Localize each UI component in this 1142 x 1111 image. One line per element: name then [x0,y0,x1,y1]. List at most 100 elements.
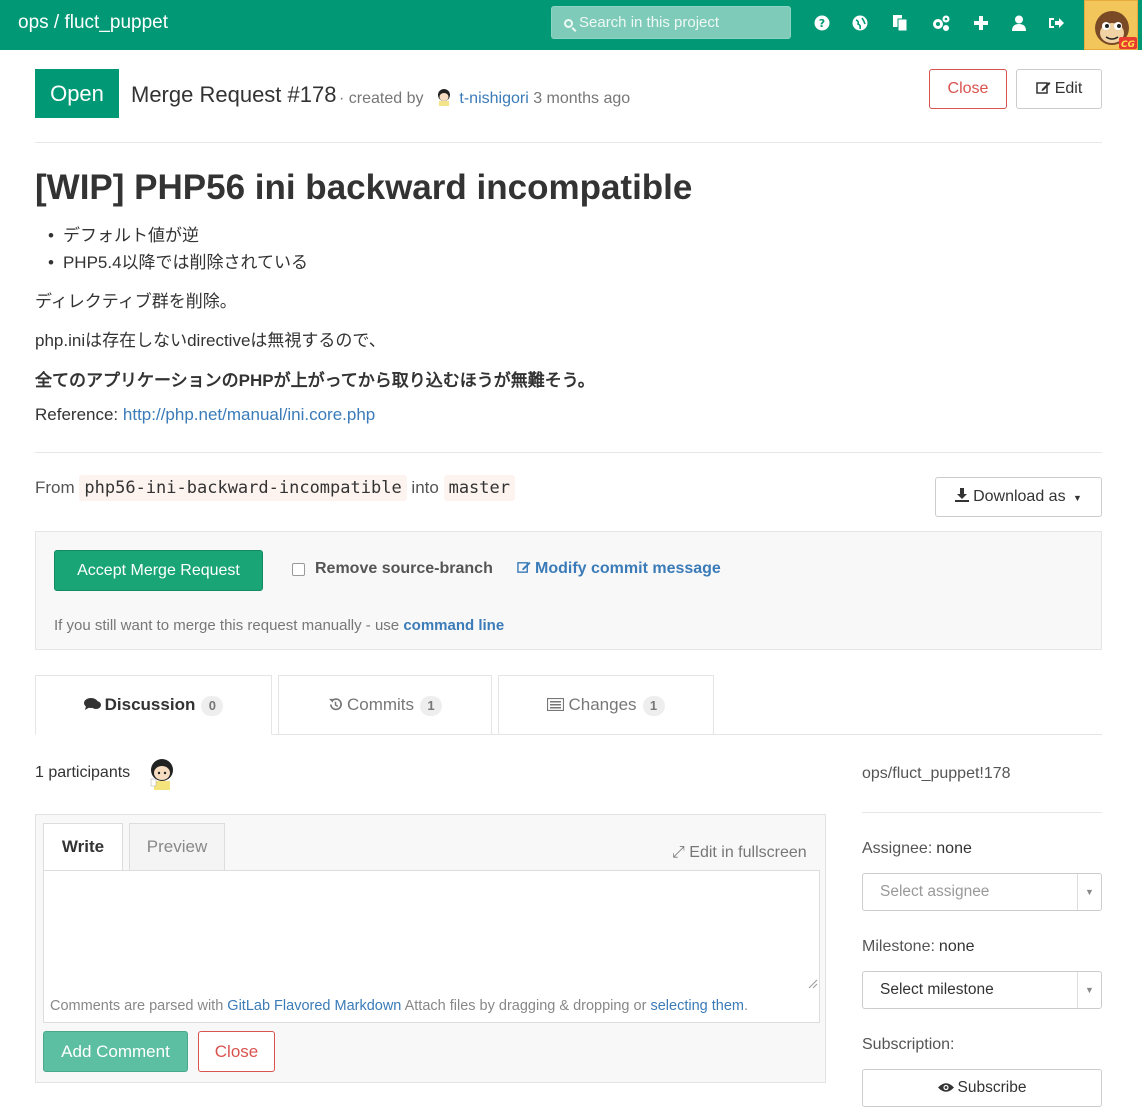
top-navbar: ops / fluct_puppet Search in this projec… [0,0,1142,50]
source-branch: php56-ini-backward-incompatible [79,475,407,501]
hint-mid: Attach files by dragging & dropping or [404,998,647,1014]
participants-count: 1 participants [35,764,131,781]
count-badge: 0 [201,695,224,716]
download-icon [955,488,970,502]
description-paragraph-bold: 全てのアプリケーションのPHPが上がってから取り込むほうが無難そう。 [35,371,595,390]
caret-down-icon: ▼ [1077,972,1101,1008]
participant-avatar[interactable] [148,758,176,790]
divider [35,142,1102,143]
milestone-label-text: Milestone: [862,938,935,955]
tab-label: Commits [346,695,415,714]
count-badge: 1 [642,695,665,716]
write-tab[interactable]: Write [43,823,123,871]
branch-info: From php56-ini-backward-incompatible int… [35,475,515,501]
resize-handle-icon[interactable] [806,977,818,989]
download-label: Download as [973,488,1066,505]
tab-changes[interactable]: Changes 1 [498,675,714,735]
markdown-link[interactable]: GitLab Flavored Markdown [227,998,401,1014]
author-avatar [437,89,450,106]
subscribe-label: Subscribe [957,1079,1027,1096]
subscription-label: Subscription: [862,1036,955,1053]
assignee-value: none [936,840,972,857]
divider [862,812,1102,813]
edit-label: Edit [1054,80,1083,97]
accept-merge-request-button[interactable]: Accept Merge Request [54,550,263,591]
history-icon [328,698,342,711]
tab-label: Changes [568,695,637,714]
edit-icon [1035,82,1051,94]
author-link[interactable]: t-nishigori [459,90,528,107]
eye-icon [937,1083,954,1092]
sign-out-icon[interactable] [1047,12,1065,34]
edit-icon [517,561,531,573]
manual-text: If you still want to merge this request … [54,617,400,634]
edit-fullscreen-link[interactable]: ⤢ Edit in fullscreen [672,842,807,862]
hint-prefix: Comments are parsed with [50,998,224,1014]
download-as-button[interactable]: Download as ▼ [935,477,1102,517]
list-item: PHP5.4以降では削除されている [48,249,308,276]
add-comment-button[interactable]: Add Comment [43,1031,188,1072]
divider [35,452,1102,453]
description-paragraph: php.iniは存在しないdirectiveは無視するので、 [35,331,386,350]
target-branch: master [443,475,515,501]
select-files-link[interactable]: selecting them [650,998,744,1014]
reference-link[interactable]: http://php.net/manual/ini.core.php [123,405,375,424]
merge-request-meta: · created by t-nishigori 3 months ago [339,88,630,108]
milestone-select[interactable]: Select milestone ▼ [862,971,1102,1009]
list-alt-icon [547,697,565,712]
comment-textarea[interactable] [43,870,820,991]
tab-discussion[interactable]: Discussion 0 [35,675,272,735]
modify-label: Modify commit message [535,560,721,577]
merge-request-title: [WIP] PHP56 ini backward incompatible [35,168,693,207]
command-line-link[interactable]: command line [403,617,504,634]
search-icon [564,19,573,28]
from-label: From [35,478,75,497]
globe-icon[interactable] [851,12,869,34]
milestone-value: none [938,938,975,955]
description-paragraph: ディレクティブ群を削除。 [35,292,237,311]
list-item: デフォルト値が逆 [48,222,308,249]
preview-tab[interactable]: Preview [129,823,225,871]
user-avatar[interactable]: CG [1084,0,1138,50]
tab-commits[interactable]: Commits 1 [278,675,492,735]
modify-commit-message-link[interactable]: Modify commit message [517,560,721,578]
count-badge: 1 [420,695,443,716]
assignee-label: Assignee: none [862,840,972,858]
close-button[interactable]: Close [198,1031,275,1072]
status-badge: Open [35,69,119,118]
markdown-hint: Comments are parsed with GitLab Flavored… [43,990,820,1023]
description-list: デフォルト値が逆 PHP5.4以降では削除されている [48,222,308,276]
tab-label: Discussion [104,695,196,714]
assignee-placeholder: Select assignee [880,883,990,900]
manual-merge-hint: If you still want to merge this request … [54,617,504,634]
user-icon[interactable] [1010,12,1028,34]
comments-icon [83,698,101,710]
assignee-select[interactable]: Select assignee ▼ [862,873,1102,911]
created-age: 3 months ago [533,90,631,107]
svg-text:?: ? [819,17,825,30]
into-label: into [411,478,439,497]
copy-icon[interactable] [891,12,909,34]
remove-source-branch-checkbox[interactable] [292,563,305,576]
merge-request-reference: ops/fluct_puppet!178 [862,765,1011,782]
milestone-placeholder: Select milestone [880,981,994,998]
close-merge-request-button[interactable]: Close [929,69,1007,109]
reference-label: Reference: [35,405,119,424]
edit-button[interactable]: Edit [1016,69,1102,109]
help-icon[interactable]: ? [813,12,831,34]
comment-form: Write Preview ⤢ Edit in fullscreen Comme… [35,814,826,1083]
search-input[interactable]: Search in this project [551,6,791,39]
milestone-label: Milestone: none [862,938,975,956]
cogs-icon[interactable] [931,12,950,34]
plus-icon[interactable] [972,12,990,34]
caret-down-icon: ▼ [1077,874,1101,910]
remove-source-branch-label[interactable]: Remove source-branch [315,560,493,578]
subscribe-button[interactable]: Subscribe [862,1069,1102,1107]
created-by-label: · created by [339,90,424,107]
expand-icon: ⤢ [672,842,685,861]
project-breadcrumb[interactable]: ops / fluct_puppet [18,12,168,34]
assignee-label-text: Assignee: [862,840,933,857]
reference-line: Reference: http://php.net/manual/ini.cor… [35,405,375,425]
fullscreen-label: Edit in fullscreen [689,844,807,861]
hint-end: . [743,998,748,1014]
